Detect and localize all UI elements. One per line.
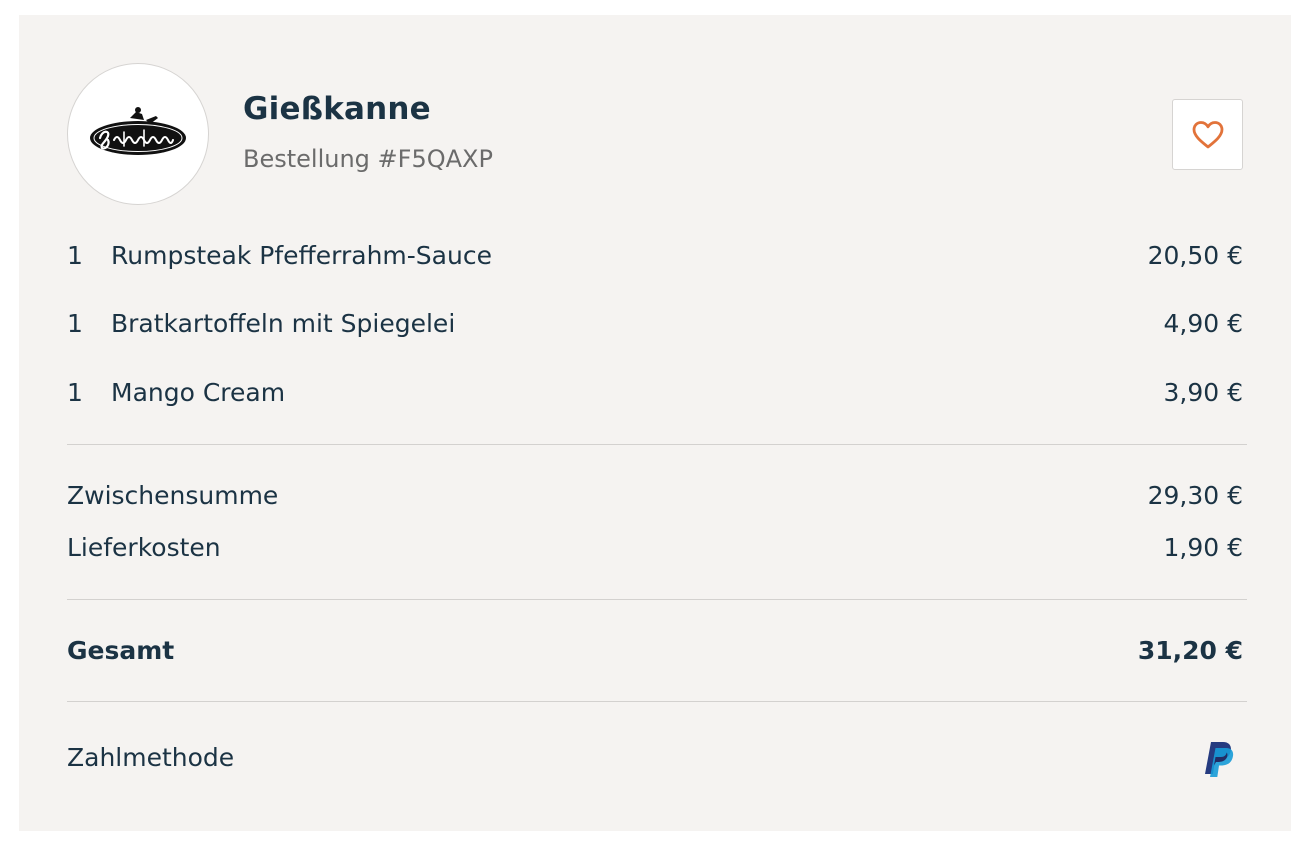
item-price: 3,90 €	[1163, 378, 1243, 407]
giesskanne-logo-image	[90, 107, 186, 155]
item-price: 20,50 €	[1147, 241, 1243, 270]
order-number: Bestellung #F5QAXP	[243, 145, 493, 173]
payment-label: Zahlmethode	[67, 743, 235, 772]
paypal-icon	[1205, 742, 1234, 777]
item-name: Mango Cream	[111, 378, 286, 407]
divider	[67, 701, 1247, 702]
item-name: Bratkartoffeln mit Spiegelei	[111, 309, 456, 338]
subtotal-label: Zwischensumme	[67, 481, 279, 510]
order-card: Gießkanne Bestellung #F5QAXP 1 Rumpsteak…	[19, 15, 1291, 831]
item-quantity: 1	[67, 241, 83, 270]
total-label: Gesamt	[67, 636, 175, 665]
restaurant-name: Gießkanne	[243, 91, 431, 127]
divider	[67, 444, 1247, 445]
subtotal-value: 29,30 €	[1147, 481, 1243, 510]
total-value: 31,20 €	[1137, 636, 1243, 665]
item-name: Rumpsteak Pfefferrahm-Sauce	[111, 241, 492, 270]
restaurant-logo	[67, 63, 209, 205]
divider	[67, 599, 1247, 600]
item-quantity: 1	[67, 309, 83, 338]
item-price: 4,90 €	[1163, 309, 1243, 338]
favorite-button[interactable]	[1172, 99, 1243, 170]
heart-icon	[1192, 120, 1223, 148]
order-header: Gießkanne Bestellung #F5QAXP	[67, 63, 1243, 207]
item-quantity: 1	[67, 378, 83, 407]
delivery-label: Lieferkosten	[67, 533, 221, 562]
delivery-value: 1,90 €	[1163, 533, 1243, 562]
